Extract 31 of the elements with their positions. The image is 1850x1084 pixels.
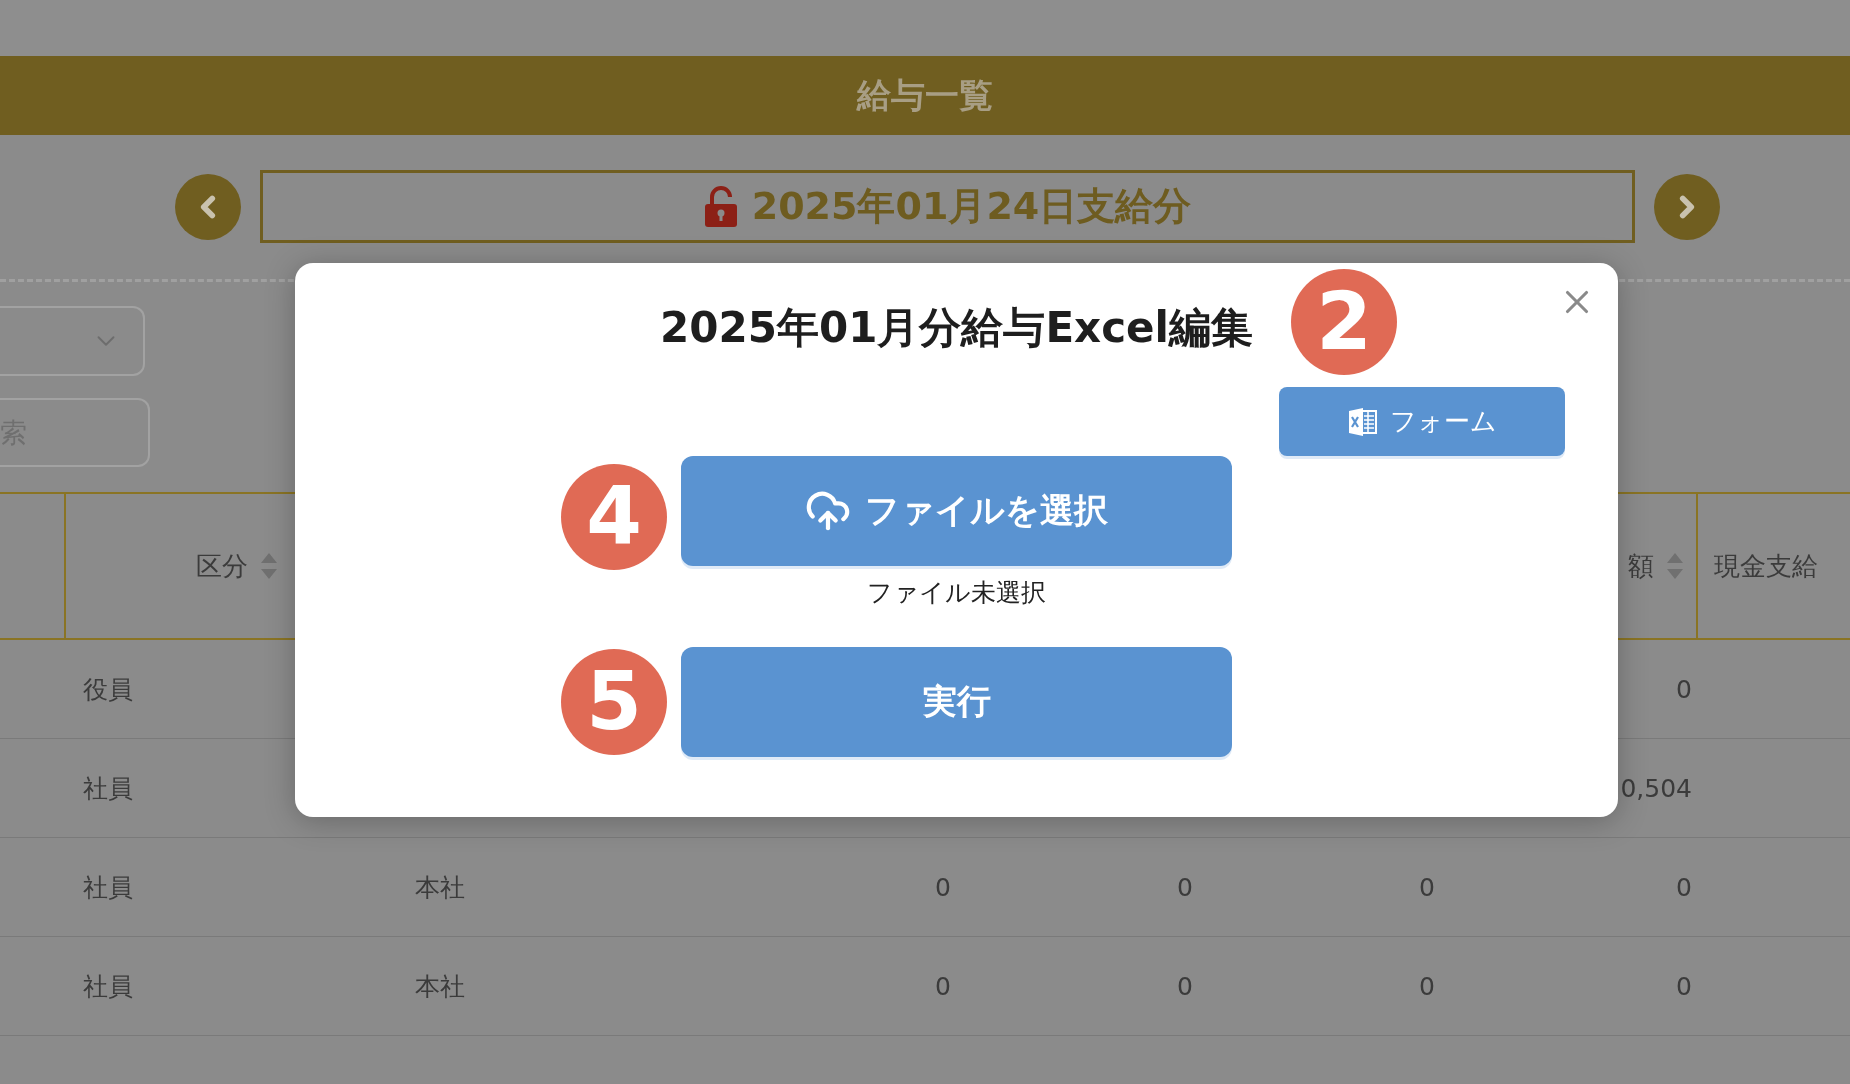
table-cell-text: 社員 — [82, 772, 133, 805]
run-button[interactable]: 実行 — [681, 647, 1232, 757]
table-cell-text: 0,504 — [1620, 773, 1693, 803]
column-header[interactable]: 額 — [1628, 548, 1654, 584]
file-status: ファイル未選択 — [867, 577, 1046, 606]
dialog-title: 2025年01月分給与Excel編集 — [660, 302, 1253, 354]
table-cell-text: 本社 — [414, 871, 465, 904]
page-title: 給与一覧 — [857, 73, 993, 117]
table-cell-text: 0 — [935, 872, 952, 902]
spreadsheet-icon — [1347, 406, 1378, 437]
table-cell-text: 本社 — [414, 970, 465, 1003]
column-header[interactable]: 区分 — [196, 548, 248, 584]
period-selector[interactable]: 2025年01月24日支給分 — [260, 170, 1635, 243]
table-cell-text: 0 — [1676, 674, 1693, 704]
step-marker: 2 — [1291, 269, 1397, 375]
column-header[interactable]: 現金支給 — [1714, 548, 1818, 584]
step-marker: 5 — [561, 649, 667, 755]
choose-file-button[interactable]: ファイルを選択 — [681, 456, 1232, 566]
form-download-button[interactable]: フォーム — [1279, 387, 1565, 456]
table-cell-text: 社員 — [82, 871, 133, 904]
table-cell-text: 0 — [1676, 971, 1693, 1001]
table-cell-text: 0 — [1419, 872, 1436, 902]
table-cell-text: 0 — [1177, 872, 1194, 902]
table-cell-text: 0 — [1177, 971, 1194, 1001]
table-cell-text: 0 — [1419, 971, 1436, 1001]
step-marker: 4 — [561, 464, 667, 570]
period-label: 2025年01月24日支給分 — [751, 183, 1192, 230]
table-cell-text: 社員 — [82, 970, 133, 1003]
table-cell-text: 0 — [1676, 872, 1693, 902]
table-cell-text: 役員 — [82, 673, 133, 706]
table-cell-text: 0 — [935, 971, 952, 1001]
